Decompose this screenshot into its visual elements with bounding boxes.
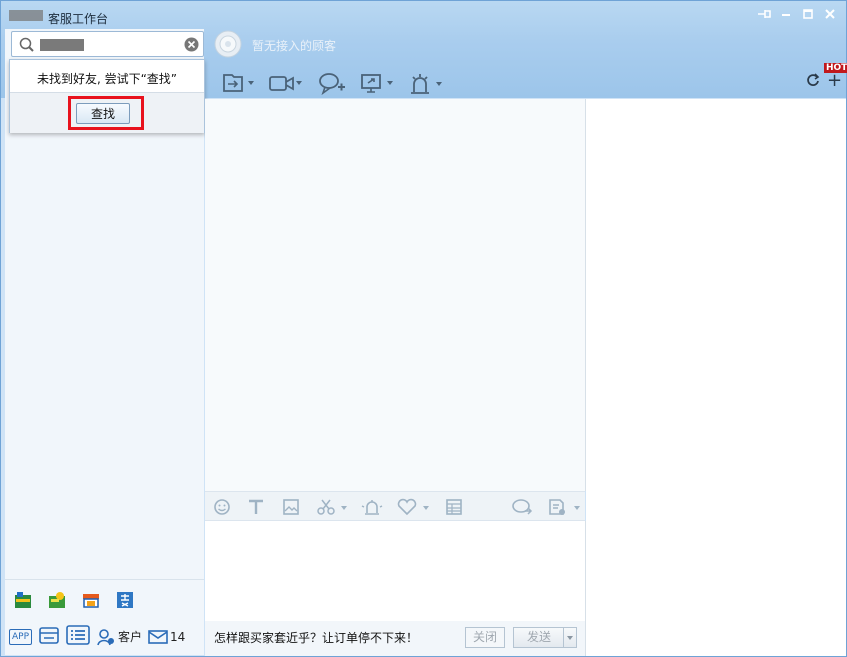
scissors-icon[interactable] xyxy=(317,498,349,519)
shake-icon[interactable] xyxy=(361,498,383,519)
font-icon[interactable] xyxy=(247,498,265,519)
shop-app-icon[interactable] xyxy=(81,590,101,610)
redacted-search-text xyxy=(40,39,84,51)
customer-label: 客户 xyxy=(118,630,143,644)
mail-button[interactable]: 14 xyxy=(148,629,185,645)
emoji-icon[interactable] xyxy=(213,498,231,519)
window-controls xyxy=(756,7,838,21)
close-icon[interactable] xyxy=(822,7,838,21)
message-editor[interactable] xyxy=(205,521,586,621)
heart-icon[interactable] xyxy=(397,498,433,519)
mail-count: 14 xyxy=(170,629,186,644)
not-found-popup: 未找到好友, 尝试下“查找” 查找 xyxy=(9,59,205,133)
popup-button-bar: 查找 xyxy=(10,92,204,133)
search-input[interactable] xyxy=(11,31,204,57)
search-icon xyxy=(19,37,35,56)
image-icon[interactable] xyxy=(282,498,300,519)
close-chat-button[interactable]: 关闭 xyxy=(465,627,505,648)
find-button[interactable]: 查找 xyxy=(76,103,130,124)
chat-toolbar xyxy=(205,67,845,99)
clear-search-icon[interactable] xyxy=(184,37,199,55)
store-icon[interactable] xyxy=(38,625,60,648)
send-label: 发送 xyxy=(526,630,551,644)
screen-share-icon[interactable] xyxy=(360,72,396,94)
app-shortcuts xyxy=(13,590,135,610)
sell-app-icon[interactable] xyxy=(115,590,135,610)
customer-icon xyxy=(97,628,115,645)
green-app-icon[interactable] xyxy=(13,590,33,610)
table-icon[interactable] xyxy=(445,498,463,519)
visitor-avatar xyxy=(213,30,243,58)
bottom-tools: APP 客户 14 xyxy=(9,625,185,648)
title-bar: 客服工作台 xyxy=(1,1,846,31)
not-found-message: 未找到好友, 尝试下“查找” xyxy=(36,72,178,86)
maximize-icon[interactable] xyxy=(800,7,816,21)
pin-icon[interactable] xyxy=(756,7,772,21)
tip-link[interactable]: 怎样跟买家套近乎？让订单停不下来！ xyxy=(214,629,418,646)
visitor-status: 暂无接入的顾客 xyxy=(252,39,337,53)
add-chat-icon[interactable] xyxy=(318,72,346,96)
alert-icon[interactable] xyxy=(409,72,445,96)
send-button[interactable]: 发送 xyxy=(513,627,577,648)
minimize-icon[interactable] xyxy=(778,7,794,21)
quick-reply-icon[interactable] xyxy=(511,498,533,519)
window-title: 客服工作台 xyxy=(48,12,109,26)
yellow-app-icon[interactable] xyxy=(47,590,67,610)
main-window: 客服工作台 APP 客户 14 未找到好友, 尝试下“查找” 查找 暂无接入的顾… xyxy=(0,0,847,657)
send-options-chevron-icon[interactable] xyxy=(563,628,576,647)
app-button[interactable]: APP xyxy=(9,628,33,645)
chat-footer: 怎样跟买家套近乎？让订单停不下来！ 关闭 发送 xyxy=(205,621,586,656)
add-plugin-button[interactable]: + xyxy=(827,72,842,90)
mail-icon xyxy=(148,629,168,644)
editor-toolbar xyxy=(205,491,585,521)
redacted-username xyxy=(9,10,43,21)
customer-button[interactable]: 客户 xyxy=(96,628,142,646)
note-icon[interactable] xyxy=(547,498,583,519)
chat-history xyxy=(205,99,586,491)
side-info-panel xyxy=(586,99,846,656)
left-bottom-bar: APP 客户 14 xyxy=(5,579,204,655)
list-icon[interactable] xyxy=(66,625,90,648)
transfer-icon[interactable] xyxy=(221,72,255,94)
refresh-icon[interactable] xyxy=(806,73,820,90)
video-icon[interactable] xyxy=(268,72,304,94)
